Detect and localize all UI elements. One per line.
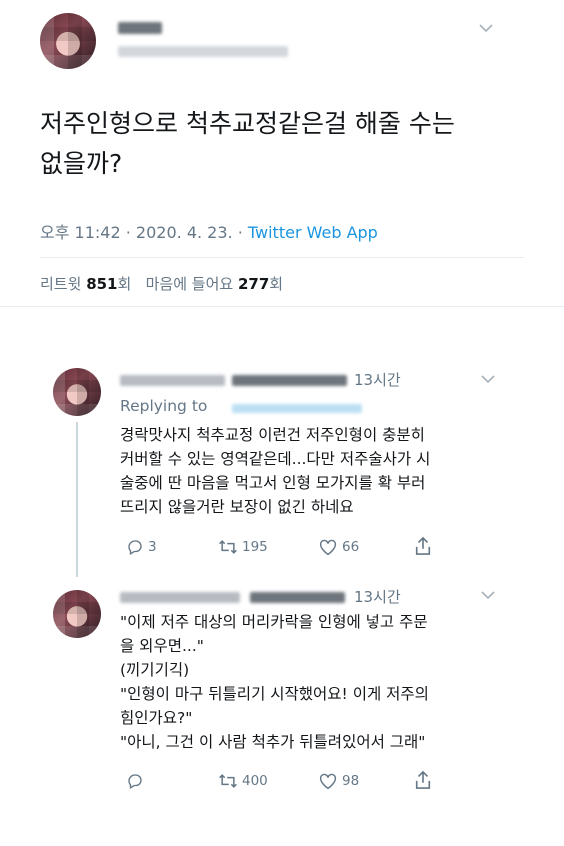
retweets-unit: 회 <box>117 275 132 293</box>
main-username[interactable] <box>118 46 288 57</box>
main-avatar[interactable] <box>40 13 96 69</box>
share-icon <box>415 770 431 789</box>
like-count: 66 <box>342 539 360 555</box>
likes-count: 277 <box>237 275 270 293</box>
replying-to-handle[interactable] <box>232 404 362 413</box>
reply2-time[interactable]: 13시간 <box>354 586 401 607</box>
chevron-down-icon[interactable] <box>479 21 493 37</box>
main-tweet-line2: 없을까? <box>40 149 123 178</box>
replying-to: Replying to <box>120 397 207 415</box>
main-tweet-line1: 저주인형으로 척추교정같은걸 해줄 수는 <box>40 109 455 138</box>
reply1-avatar[interactable] <box>53 368 101 416</box>
divider <box>40 257 524 258</box>
retweet-button[interactable]: 400 <box>218 772 268 790</box>
meta-separator: · <box>125 223 131 242</box>
reply2-text: "이제 저주 대상의 머리카락을 인형에 넣고 주문 을 외우면..." (끼기… <box>120 613 429 751</box>
reply-icon <box>128 774 142 789</box>
main-display-name[interactable] <box>118 22 162 34</box>
likes-unit: 회 <box>269 275 284 293</box>
reply1-username[interactable] <box>232 375 347 386</box>
tweet-stats: 리트윗 851회 마음에 들어요 277회 <box>40 273 283 294</box>
heart-icon <box>319 539 337 556</box>
replying-to-label: Replying to <box>120 397 208 415</box>
meta-separator: · <box>237 223 243 242</box>
retweet-count: 195 <box>242 539 268 555</box>
retweet-button[interactable]: 195 <box>218 538 268 556</box>
tweet-meta: 오후 11:42 · 2020. 4. 23. · Twitter Web Ap… <box>40 219 378 243</box>
retweets-count: 851 <box>86 275 118 293</box>
like-button[interactable]: 66 <box>318 538 359 556</box>
retweet-icon <box>219 774 237 788</box>
share-button[interactable] <box>414 536 436 556</box>
tweet-date[interactable]: 2020. 4. 23. <box>136 223 233 242</box>
reply-icon <box>128 540 142 555</box>
thread-line <box>76 422 78 577</box>
reply-count: 3 <box>148 539 157 555</box>
share-icon <box>415 536 431 555</box>
heart-icon <box>319 773 337 790</box>
chevron-down-icon[interactable] <box>481 372 495 388</box>
retweets-stat[interactable]: 리트윗 851회 <box>40 275 131 293</box>
reply2-avatar[interactable] <box>53 590 101 638</box>
reply1-text: 경락맛사지 척추교정 이런건 저주인형이 충분히 커버할 수 있는 영역같은데.… <box>120 426 431 516</box>
reply-button[interactable] <box>126 772 148 790</box>
share-button[interactable] <box>414 770 436 790</box>
main-tweet-text: 저주인형으로 척추교정같은걸 해줄 수는 없을까? <box>40 104 540 184</box>
retweet-count: 400 <box>242 773 268 789</box>
divider <box>0 306 564 307</box>
reply2-display-name[interactable] <box>120 592 240 603</box>
likes-stat[interactable]: 마음에 들어요 277회 <box>146 275 283 293</box>
retweets-label: 리트윗 <box>40 275 82 293</box>
chevron-down-icon[interactable] <box>481 588 495 604</box>
reply1-time[interactable]: 13시간 <box>354 369 401 390</box>
reply-button[interactable]: 3 <box>126 538 157 556</box>
tweet-time[interactable]: 오후 11:42 <box>40 223 121 242</box>
like-button[interactable]: 98 <box>318 772 359 790</box>
likes-label: 마음에 들어요 <box>145 275 234 293</box>
like-count: 98 <box>342 773 360 789</box>
reply1-display-name[interactable] <box>120 375 225 386</box>
reply2-username[interactable] <box>250 592 345 603</box>
retweet-icon <box>219 540 237 554</box>
tweet-source-link[interactable]: Twitter Web App <box>248 223 378 242</box>
